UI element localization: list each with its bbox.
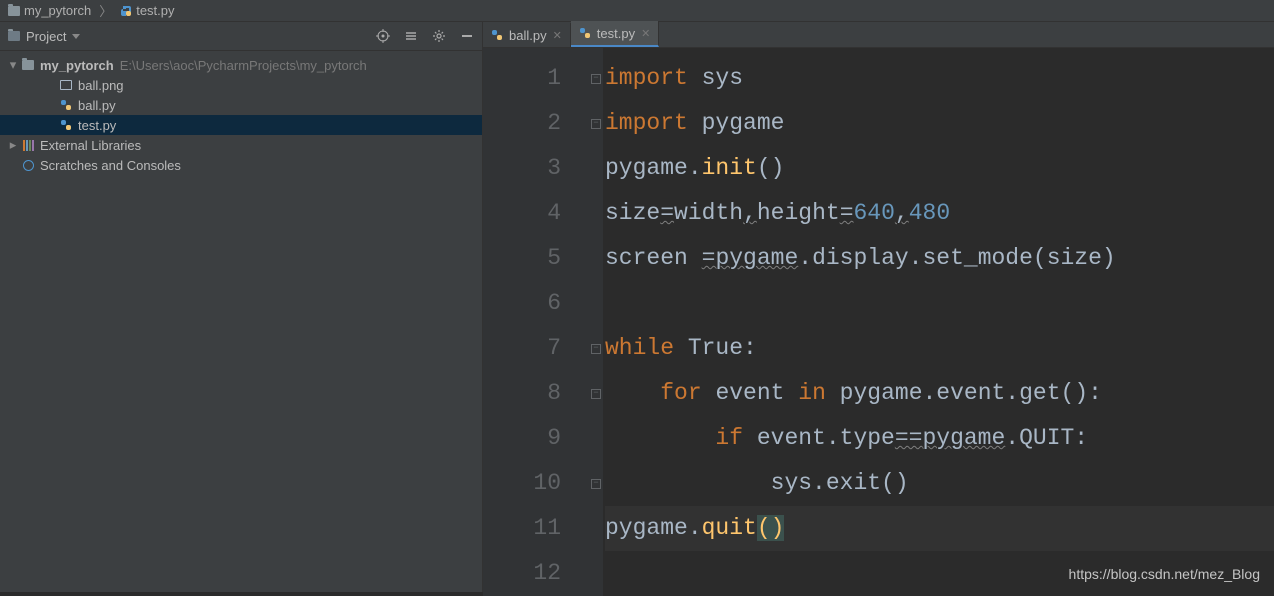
tree-root-path: E:\Users\aoc\PycharmProjects\my_pytorch xyxy=(120,58,367,73)
tree-root[interactable]: ▾ my_pytorch E:\Users\aoc\PycharmProject… xyxy=(0,55,482,75)
library-icon xyxy=(23,140,34,151)
python-icon xyxy=(491,29,503,41)
tree-file-label: ball.png xyxy=(78,78,124,93)
code-content[interactable]: import sys import pygame pygame.init() s… xyxy=(603,48,1274,596)
collapse-icon[interactable] xyxy=(460,29,474,43)
line-number: 7 xyxy=(483,326,561,371)
python-icon xyxy=(58,99,74,111)
tree-root-name: my_pytorch xyxy=(40,58,114,73)
fold-column: − − − − − xyxy=(589,48,603,596)
tab-test-py[interactable]: test.py ✕ xyxy=(571,21,660,47)
tree-file-ball-png[interactable]: ball.png xyxy=(0,75,482,95)
fold-icon[interactable]: − xyxy=(591,389,601,399)
gear-icon[interactable] xyxy=(432,29,446,43)
caret-down-icon xyxy=(72,34,80,39)
tab-label: ball.py xyxy=(509,28,547,43)
line-number: 12 xyxy=(483,551,561,596)
python-icon xyxy=(58,119,74,131)
fold-icon[interactable]: − xyxy=(591,344,601,354)
breadcrumb: my_pytorch 〉 test.py xyxy=(0,0,1274,22)
scratch-icon xyxy=(23,160,34,171)
code-editor[interactable]: 1 2 3 4 5 6 7 8 9 10 11 12 − − − xyxy=(483,48,1274,596)
expand-icon[interactable] xyxy=(404,29,418,43)
locate-icon[interactable] xyxy=(376,29,390,43)
close-icon[interactable]: ✕ xyxy=(641,27,650,40)
line-number: 2 xyxy=(483,101,561,146)
tree-file-label: ball.py xyxy=(78,98,116,113)
line-number: 1 xyxy=(483,56,561,101)
line-number: 3 xyxy=(483,146,561,191)
line-number: 6 xyxy=(483,281,561,326)
tree-scratches-label: Scratches and Consoles xyxy=(40,158,181,173)
line-number: 11 xyxy=(483,506,561,551)
python-icon xyxy=(579,27,591,39)
line-number: 5 xyxy=(483,236,561,281)
fold-icon[interactable]: − xyxy=(591,479,601,489)
tab-ball-py[interactable]: ball.py ✕ xyxy=(483,23,571,47)
project-sidebar: Project ▾ my_pytorch E:\Users\aoc\Pychar… xyxy=(0,22,483,592)
tree-file-ball-py[interactable]: ball.py xyxy=(0,95,482,115)
editor-area: ball.py ✕ test.py ✕ 1 2 3 4 5 6 7 8 9 10 xyxy=(483,22,1274,592)
folder-icon xyxy=(22,60,34,70)
breadcrumb-file-label: test.py xyxy=(136,3,174,18)
python-icon xyxy=(120,5,132,17)
line-gutter: 1 2 3 4 5 6 7 8 9 10 11 12 xyxy=(483,48,589,596)
tab-label: test.py xyxy=(597,26,635,41)
expand-toggle[interactable]: ▸ xyxy=(6,137,20,153)
project-label[interactable]: Project xyxy=(8,29,80,44)
sidebar-header-text: Project xyxy=(26,29,66,44)
breadcrumb-root[interactable]: my_pytorch xyxy=(8,3,91,18)
folder-icon xyxy=(8,6,20,16)
tree-extlib-label: External Libraries xyxy=(40,138,141,153)
tree-scratches[interactable]: Scratches and Consoles xyxy=(0,155,482,175)
line-number: 8 xyxy=(483,371,561,416)
breadcrumb-separator: 〉 xyxy=(99,1,112,20)
sidebar-header: Project xyxy=(0,22,482,51)
tree-file-label: test.py xyxy=(78,118,116,133)
fold-icon[interactable]: − xyxy=(591,74,601,84)
line-number: 9 xyxy=(483,416,561,461)
line-number: 4 xyxy=(483,191,561,236)
watermark: https://blog.csdn.net/mez_Blog xyxy=(1069,566,1260,582)
tree-external-libraries[interactable]: ▸ External Libraries xyxy=(0,135,482,155)
tree-file-test-py[interactable]: test.py xyxy=(0,115,482,135)
breadcrumb-file[interactable]: test.py xyxy=(120,3,174,18)
expand-toggle[interactable]: ▾ xyxy=(6,57,20,73)
close-icon[interactable]: ✕ xyxy=(553,29,562,42)
line-number: 10 xyxy=(483,461,561,506)
project-tree: ▾ my_pytorch E:\Users\aoc\PycharmProject… xyxy=(0,51,482,179)
editor-tabs: ball.py ✕ test.py ✕ xyxy=(483,22,1274,48)
image-icon xyxy=(60,80,72,90)
breadcrumb-root-label: my_pytorch xyxy=(24,3,91,18)
folder-icon xyxy=(8,31,20,41)
fold-icon[interactable]: − xyxy=(591,119,601,129)
